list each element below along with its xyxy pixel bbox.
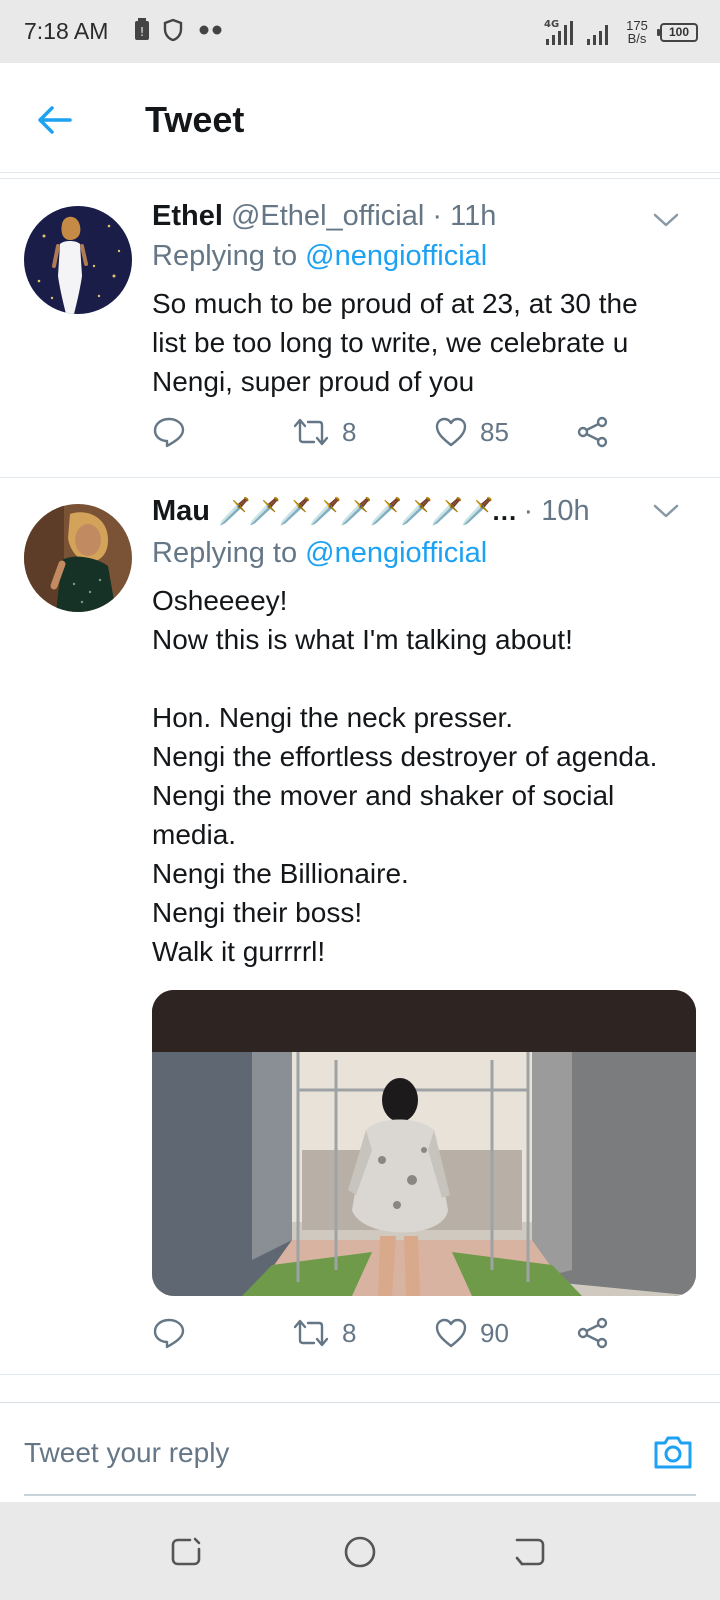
retweet-icon xyxy=(293,418,329,446)
reply-underline xyxy=(24,1494,696,1496)
avatar[interactable] xyxy=(24,504,132,612)
like-button[interactable]: 85 xyxy=(434,412,509,452)
status-bar: 7:18 AM ! 4G 175 B/s 100 xyxy=(0,0,720,63)
tweet-time: · 11h xyxy=(432,200,497,232)
reply-icon xyxy=(153,1318,185,1349)
system-nav-bar xyxy=(0,1502,720,1600)
retweet-count: 8 xyxy=(342,1317,357,1348)
author-name-emoji: 🗡️🗡️🗡️🗡️🗡️🗡️🗡️🗡️🗡️… xyxy=(218,496,517,526)
tweet-header: Ethel @Ethel_official · 11h xyxy=(152,200,700,233)
page-title: Tweet xyxy=(145,99,245,140)
home-icon[interactable] xyxy=(342,1534,378,1570)
svg-text:!: ! xyxy=(140,25,145,39)
tweet-time: · 10h xyxy=(523,495,590,527)
author-name[interactable]: Mau xyxy=(152,495,210,527)
author-handle[interactable]: @Ethel_official xyxy=(231,200,424,232)
reply-button[interactable] xyxy=(152,1313,186,1353)
like-count: 85 xyxy=(480,416,509,447)
top-app-bar: Tweet xyxy=(0,63,720,173)
camera-icon[interactable] xyxy=(652,1433,694,1471)
reply-composer: Tweet your reply xyxy=(0,1402,720,1502)
back-icon[interactable] xyxy=(512,1534,548,1570)
sim-alert-icon: ! xyxy=(135,18,149,40)
tweet-header: Mau 🗡️🗡️🗡️🗡️🗡️🗡️🗡️🗡️🗡️… · 10h xyxy=(152,495,700,528)
tweet-actions: 8 85 xyxy=(152,412,622,452)
battery-icon: 100 xyxy=(657,22,698,42)
status-time: 7:18 AM xyxy=(24,18,109,44)
recent-apps-icon[interactable] xyxy=(168,1534,204,1570)
shield-icon xyxy=(163,18,183,42)
tweet-text: So much to be proud of at 23, at 30 the … xyxy=(152,288,638,397)
retweet-count: 8 xyxy=(342,416,357,447)
retweet-icon xyxy=(293,1319,329,1347)
arrow-left-icon[interactable] xyxy=(32,97,78,143)
heart-icon xyxy=(435,1318,467,1348)
svg-text:4G: 4G xyxy=(544,19,559,30)
tweet-media-video[interactable] xyxy=(152,990,696,1296)
reply-icon xyxy=(153,417,185,448)
heart-icon xyxy=(435,417,467,447)
like-count: 90 xyxy=(480,1317,509,1348)
network-speed: 175 B/s xyxy=(626,18,648,46)
signal-icon xyxy=(587,25,608,45)
author-name[interactable]: Ethel xyxy=(152,200,223,232)
divider xyxy=(0,178,720,179)
mention-link[interactable]: @nengiofficial xyxy=(305,240,487,272)
mention-link[interactable]: @nengiofficial xyxy=(305,537,487,569)
tweet-actions: 8 90 xyxy=(152,1313,622,1353)
replying-to: Replying to @nengiofficial xyxy=(152,240,488,272)
share-icon xyxy=(577,1317,608,1349)
signal-4g-icon: 4G xyxy=(544,19,573,45)
tweet-text: Osheeeey! Now this is what I'm talking a… xyxy=(152,585,658,967)
share-icon xyxy=(577,416,608,448)
tweet-item[interactable]: Ethel @Ethel_official · 11h Replying to … xyxy=(0,180,720,478)
share-button[interactable] xyxy=(576,1313,610,1353)
retweet-button[interactable]: 8 xyxy=(292,412,356,452)
reply-button[interactable] xyxy=(152,412,186,452)
share-button[interactable] xyxy=(576,412,610,452)
reply-input[interactable]: Tweet your reply xyxy=(24,1437,229,1469)
avatar[interactable] xyxy=(24,206,132,314)
like-button[interactable]: 90 xyxy=(434,1313,509,1353)
chevron-down-icon[interactable] xyxy=(652,210,680,230)
chevron-down-icon[interactable] xyxy=(652,501,680,521)
replying-to: Replying to @nengiofficial xyxy=(152,537,488,569)
more-notifications-icon xyxy=(199,25,222,35)
retweet-button[interactable]: 8 xyxy=(292,1313,356,1353)
